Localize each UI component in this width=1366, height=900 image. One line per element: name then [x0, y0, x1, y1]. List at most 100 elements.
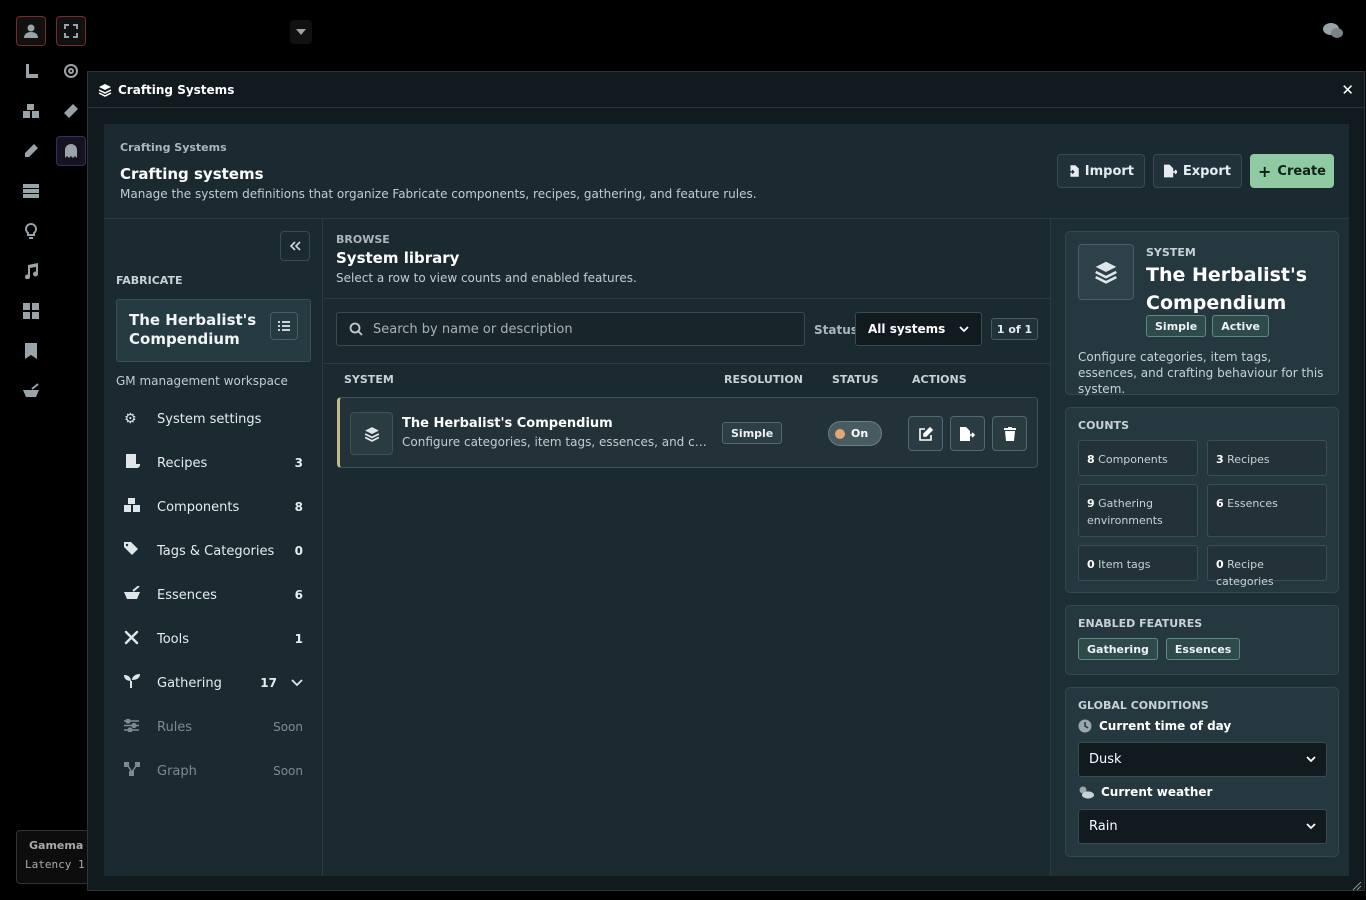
gamemaster-label: Gamema	[29, 839, 84, 852]
sliders-icon	[124, 717, 157, 736]
system-list-button[interactable]	[270, 312, 298, 340]
file-import-icon	[1068, 165, 1079, 177]
fullscreen-icon[interactable]	[56, 16, 86, 46]
create-button[interactable]: + Create	[1250, 154, 1334, 188]
list-icon	[278, 321, 290, 331]
browse-description: Select a row to view counts and enabled …	[336, 271, 637, 285]
column-actions: ACTIONS	[912, 373, 967, 386]
crafting-panel: Crafting Systems Crafting systems Manage…	[104, 124, 1349, 876]
features-list: Gathering Essences	[1078, 638, 1241, 660]
time-of-day-select[interactable]: Dusk	[1078, 742, 1327, 777]
resize-handle[interactable]	[1350, 876, 1362, 891]
lightbulb-icon[interactable]	[16, 216, 46, 246]
sidebar-item-tags-categories[interactable]: Tags & Categories 0	[104, 529, 323, 573]
status-filter-value: All systems	[868, 322, 946, 336]
sidebar-item-label: System settings	[157, 411, 262, 427]
gear-icon: ⚙	[124, 411, 137, 427]
collapse-sidebar-button[interactable]	[280, 231, 310, 261]
sidebar-item-label: Components	[157, 499, 240, 515]
window-close-button[interactable]: ✕	[1341, 81, 1354, 99]
seedling-icon	[124, 674, 157, 692]
sidebar-item-graph: Graph Soon	[104, 749, 323, 793]
sidebar-item-gathering[interactable]: Gathering 17	[104, 661, 323, 705]
enabled-features-card: ENABLED FEATURES Gathering Essences	[1065, 605, 1339, 675]
double-chevron-left-icon	[289, 241, 301, 251]
row-status-toggle[interactable]: On	[828, 421, 882, 446]
sidebar-item-count: 17	[260, 676, 277, 690]
graph-icon	[124, 762, 157, 780]
sidebar-item-tools[interactable]: Tools 1	[104, 617, 323, 661]
page-title: Crafting systems	[120, 165, 264, 183]
weather-value: Rain	[1089, 819, 1118, 834]
delete-button[interactable]	[992, 416, 1027, 451]
sidebar-item-count: 6	[294, 588, 303, 602]
sidebar-item-count: 8	[294, 500, 303, 514]
import-button[interactable]: Import	[1057, 154, 1145, 188]
export-system-button[interactable]	[950, 416, 985, 451]
row-resolution-badge: Simple	[722, 422, 783, 444]
table-row[interactable]: The Herbalist's Compendium Configure cat…	[337, 397, 1038, 468]
status-badge: Active	[1212, 315, 1269, 337]
resolution-badge: Simple	[1146, 315, 1207, 337]
eraser-icon[interactable]	[56, 96, 86, 126]
chevron-down-icon[interactable]	[291, 676, 303, 691]
wall-icon[interactable]	[16, 176, 46, 206]
layers-icon	[350, 412, 393, 455]
pencil-icon[interactable]	[16, 136, 46, 166]
players-panel: Gamema Latency 1	[16, 830, 88, 884]
bookmark-icon[interactable]	[16, 336, 46, 366]
counts-card: COUNTS 8 Components 3 Recipes 9 Gatherin…	[1065, 407, 1339, 593]
window-titlebar[interactable]: Crafting Systems	[88, 72, 1364, 108]
chat-icon[interactable]	[1318, 16, 1348, 46]
toggle-label: On	[851, 427, 869, 440]
chevron-down-icon	[959, 325, 969, 332]
feature-badge-essences: Essences	[1165, 638, 1241, 660]
sidebar-item-essences[interactable]: Essences 6	[104, 573, 323, 617]
sidebar-item-recipes[interactable]: Recipes 3	[104, 441, 323, 485]
features-label: ENABLED FEATURES	[1078, 617, 1203, 630]
cubes-icon[interactable]	[16, 96, 46, 126]
summary-badges: Simple Active	[1146, 315, 1269, 337]
target-icon[interactable]	[56, 56, 86, 86]
mortar-icon[interactable]	[16, 376, 46, 406]
scroll-icon	[124, 454, 157, 472]
sidebar-item-label: Tools	[157, 631, 190, 647]
edit-button[interactable]	[908, 416, 943, 451]
active-system-card[interactable]: The Herbalist's Compendium	[116, 299, 311, 362]
sidebar-item-count: 1	[294, 632, 303, 646]
sidebar-item-system-settings[interactable]: ⚙ System settings	[104, 397, 323, 441]
player-icon[interactable]	[16, 16, 46, 46]
file-export-icon	[1164, 164, 1177, 178]
weather-label: Current weather	[1078, 785, 1212, 799]
workspace-label: GM management workspace	[116, 374, 288, 388]
ruler-icon[interactable]	[16, 56, 46, 86]
search-icon	[349, 322, 363, 336]
sidebar-item-label: Essences	[157, 587, 217, 603]
sidebar-item-count: 0	[294, 544, 303, 558]
ghost-icon[interactable]	[56, 136, 86, 166]
active-system-name: The Herbalist's Compendium	[129, 311, 257, 348]
sidebar-section-label: FABRICATE	[116, 274, 183, 287]
status-filter-select[interactable]: All systems	[855, 312, 982, 346]
tiles-icon[interactable]	[16, 296, 46, 326]
music-icon[interactable]	[16, 256, 46, 286]
sidebar-item-components[interactable]: Components 8	[104, 485, 323, 529]
summary-eyebrow: SYSTEM	[1146, 246, 1196, 259]
column-resolution: RESOLUTION	[724, 373, 803, 386]
sidebar-item-count: 3	[294, 456, 303, 470]
dropdown-toggle-icon[interactable]	[290, 20, 312, 44]
time-of-day-value: Dusk	[1089, 752, 1122, 767]
count-recipe-categories: 0 Recipe categories	[1207, 545, 1327, 588]
sidebar-item-count: Soon	[273, 720, 303, 734]
weather-select[interactable]: Rain	[1078, 809, 1327, 844]
search-input[interactable]: Search by name or description	[336, 312, 805, 346]
sidebar-item-label: Recipes	[157, 455, 208, 471]
count-essences: 6 Essences	[1207, 484, 1327, 537]
feature-badge-gathering: Gathering	[1078, 638, 1158, 660]
file-export-icon	[960, 426, 975, 441]
browse-header: BROWSE System library Select a row to vi…	[324, 219, 1050, 299]
browse-title: System library	[336, 249, 460, 267]
create-label: Create	[1277, 163, 1326, 179]
status-filter-label: Status	[814, 323, 858, 337]
export-button[interactable]: Export	[1153, 154, 1242, 188]
